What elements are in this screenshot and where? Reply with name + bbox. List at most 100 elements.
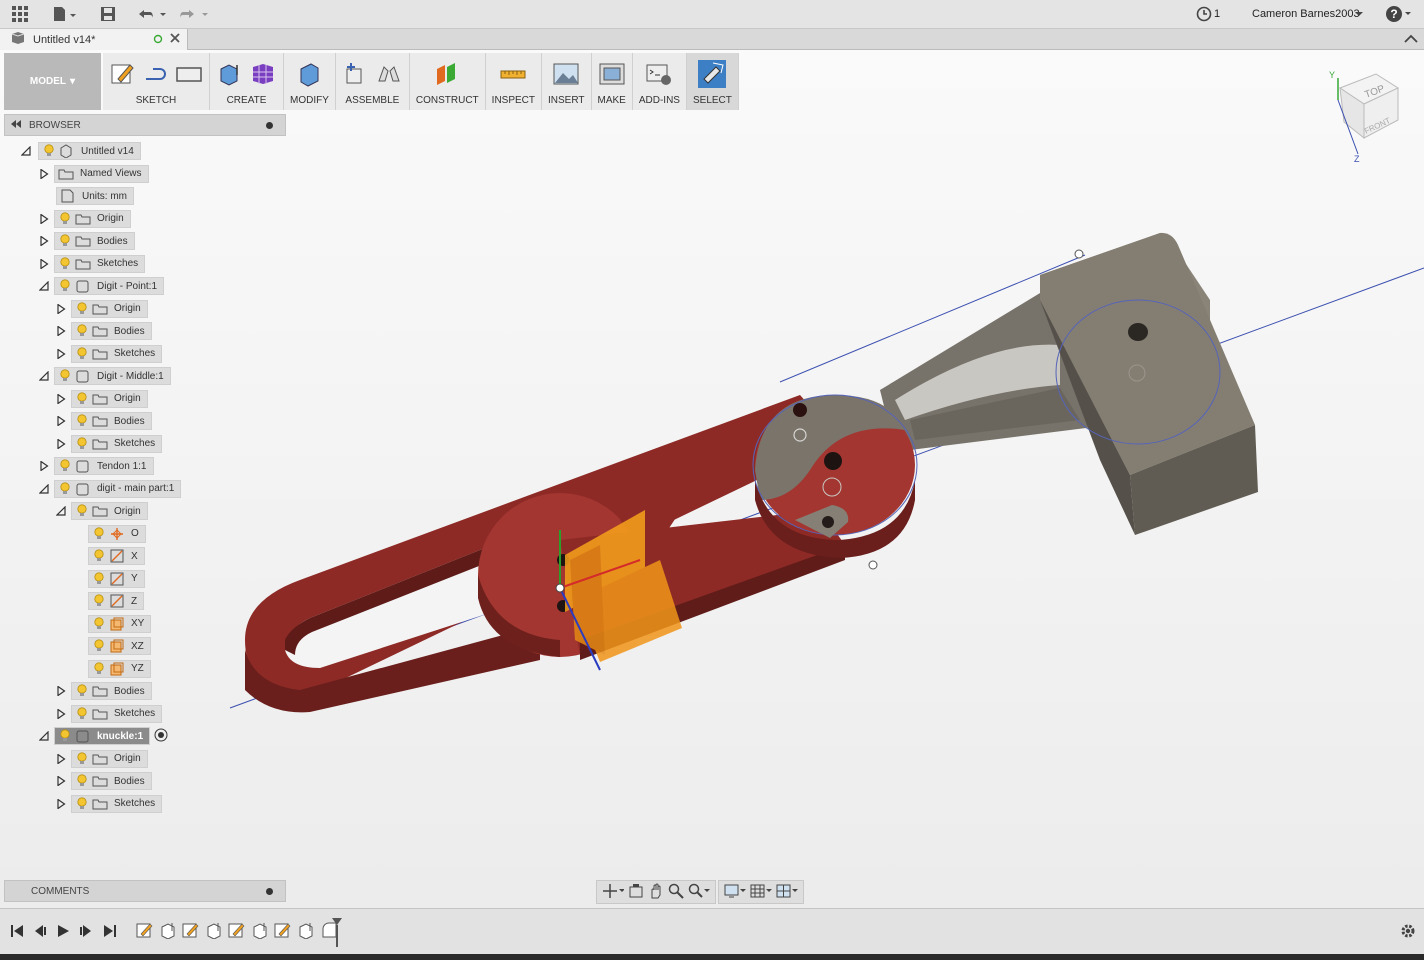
tree-row[interactable]: Origin bbox=[53, 389, 148, 408]
new-component-icon[interactable] bbox=[342, 60, 370, 88]
tree-row[interactable]: Digit - Middle:1 bbox=[36, 367, 171, 385]
visibility-bulb-icon[interactable] bbox=[58, 233, 72, 249]
visibility-bulb-icon[interactable] bbox=[75, 413, 89, 429]
collapsed-arrow-icon[interactable] bbox=[36, 210, 52, 228]
select-arrow-icon[interactable] bbox=[698, 60, 727, 88]
tree-row[interactable]: Z bbox=[70, 592, 145, 610]
tree-row[interactable]: O bbox=[70, 524, 146, 543]
timeline-last-icon[interactable] bbox=[103, 924, 117, 941]
tree-node[interactable]: XY bbox=[88, 614, 152, 633]
scripts-addins-icon[interactable] bbox=[645, 60, 673, 88]
tree-row[interactable]: Sketches bbox=[53, 794, 163, 813]
tree-row[interactable]: YZ bbox=[70, 659, 151, 678]
browser-panel-header[interactable]: BROWSER bbox=[4, 114, 286, 136]
close-tab-icon[interactable] bbox=[170, 33, 180, 46]
tree-node[interactable]: Bodies bbox=[54, 232, 135, 250]
collapsed-arrow-icon[interactable] bbox=[36, 232, 52, 250]
tree-node[interactable]: XZ bbox=[88, 637, 151, 655]
tree-node[interactable]: Sketches bbox=[71, 434, 163, 453]
visibility-bulb-icon[interactable] bbox=[92, 661, 106, 677]
pin-panel-icon[interactable] bbox=[266, 122, 273, 129]
visibility-bulb-icon[interactable] bbox=[75, 436, 89, 452]
tree-node[interactable]: Units: mm bbox=[56, 187, 134, 205]
timeline-extrude-icon[interactable] bbox=[205, 921, 223, 942]
line-icon[interactable] bbox=[142, 60, 170, 88]
tree-row[interactable]: Sketches bbox=[53, 344, 163, 363]
visibility-bulb-icon[interactable] bbox=[92, 616, 106, 632]
tree-node[interactable]: Bodies bbox=[71, 322, 152, 340]
expanded-arrow-icon[interactable] bbox=[36, 480, 52, 498]
tree-row-root[interactable]: Untitled v14 bbox=[18, 142, 141, 160]
visibility-bulb-icon[interactable] bbox=[75, 323, 89, 339]
offset-plane-icon[interactable] bbox=[433, 60, 461, 88]
tree-row[interactable]: Origin bbox=[53, 299, 148, 318]
tree-node[interactable]: Y bbox=[88, 569, 145, 588]
tree-node[interactable]: Sketches bbox=[71, 344, 163, 363]
tree-node[interactable]: Origin bbox=[71, 389, 148, 408]
save-icon[interactable] bbox=[100, 5, 116, 23]
timeline-extrude-icon[interactable] bbox=[159, 921, 177, 942]
tree-row[interactable]: XY bbox=[70, 614, 152, 633]
select-group[interactable]: SELECT bbox=[686, 53, 739, 110]
timeline-marker-icon[interactable] bbox=[331, 917, 343, 950]
expanded-arrow-icon[interactable] bbox=[36, 277, 52, 295]
timeline-sketch-icon[interactable] bbox=[274, 921, 292, 942]
visibility-bulb-icon[interactable] bbox=[75, 391, 89, 407]
visibility-bulb-icon[interactable] bbox=[42, 143, 56, 159]
timeline-sketch-icon[interactable] bbox=[228, 921, 246, 942]
visibility-bulb-icon[interactable] bbox=[92, 526, 106, 542]
tree-row[interactable]: XZ bbox=[70, 637, 151, 655]
tree-node[interactable]: Digit - Middle:1 bbox=[54, 367, 171, 385]
tree-node[interactable]: Digit - Point:1 bbox=[54, 277, 165, 295]
timeline-play-icon[interactable] bbox=[56, 924, 70, 941]
tree-row[interactable]: Bodies bbox=[53, 322, 152, 340]
redo-icon[interactable] bbox=[178, 5, 210, 23]
visibility-bulb-icon[interactable] bbox=[75, 301, 89, 317]
modify-group[interactable]: MODIFY bbox=[284, 53, 336, 110]
collapsed-arrow-icon[interactable] bbox=[53, 345, 69, 363]
timeline-extrude-icon[interactable] bbox=[251, 921, 269, 942]
tree-row[interactable]: Origin bbox=[53, 749, 148, 768]
visibility-bulb-icon[interactable] bbox=[58, 211, 72, 227]
inspect-group[interactable]: INSPECT bbox=[485, 53, 543, 110]
collapsed-arrow-icon[interactable] bbox=[53, 390, 69, 408]
measure-icon[interactable] bbox=[499, 60, 527, 88]
app-grid-icon[interactable] bbox=[12, 5, 28, 23]
tree-row[interactable]: Digit - Point:1 bbox=[36, 277, 165, 295]
timeline-sketch-icon[interactable] bbox=[136, 921, 154, 942]
visibility-bulb-icon[interactable] bbox=[58, 368, 72, 384]
timeline-previous-icon[interactable] bbox=[33, 924, 47, 941]
visibility-bulb-icon[interactable] bbox=[75, 706, 89, 722]
visibility-bulb-icon[interactable] bbox=[75, 796, 89, 812]
viewports-icon[interactable] bbox=[776, 883, 798, 902]
tree-row[interactable]: Tendon 1:1 bbox=[36, 457, 154, 475]
grid-settings-icon[interactable] bbox=[750, 883, 772, 902]
collapsed-arrow-icon[interactable] bbox=[36, 457, 52, 475]
tree-row[interactable]: X bbox=[70, 547, 145, 565]
tree-node[interactable]: Tendon 1:1 bbox=[54, 457, 154, 475]
visibility-bulb-icon[interactable] bbox=[75, 751, 89, 767]
orbit-icon[interactable] bbox=[602, 883, 625, 902]
collapsed-arrow-icon[interactable] bbox=[53, 682, 69, 700]
zoom-window-icon[interactable] bbox=[688, 883, 710, 902]
tree-node[interactable]: Bodies bbox=[71, 682, 152, 700]
visibility-bulb-icon[interactable] bbox=[75, 773, 89, 789]
user-account-menu[interactable]: Cameron Barnes2003 bbox=[1252, 8, 1360, 20]
tree-node[interactable]: Bodies bbox=[71, 412, 152, 430]
view-cube[interactable]: TOP FRONT Y Z bbox=[1322, 66, 1412, 166]
visibility-bulb-icon[interactable] bbox=[75, 503, 89, 519]
tree-node[interactable]: Z bbox=[88, 592, 145, 610]
visibility-bulb-icon[interactable] bbox=[58, 458, 72, 474]
create-sketch-icon[interactable] bbox=[109, 60, 137, 88]
tree-row[interactable]: digit - main part:1 bbox=[36, 479, 182, 498]
timeline-sketch-icon[interactable] bbox=[182, 921, 200, 942]
tree-node[interactable]: YZ bbox=[88, 659, 151, 678]
visibility-bulb-icon[interactable] bbox=[75, 346, 89, 362]
file-menu-icon[interactable] bbox=[52, 5, 76, 23]
construct-group[interactable]: CONSTRUCT bbox=[409, 53, 486, 110]
visibility-bulb-icon[interactable] bbox=[58, 481, 72, 497]
collapsed-arrow-icon[interactable] bbox=[53, 300, 69, 318]
joint-icon[interactable] bbox=[375, 60, 403, 88]
job-count[interactable]: 1 bbox=[1214, 8, 1220, 20]
collapse-panel-icon[interactable] bbox=[11, 119, 21, 131]
